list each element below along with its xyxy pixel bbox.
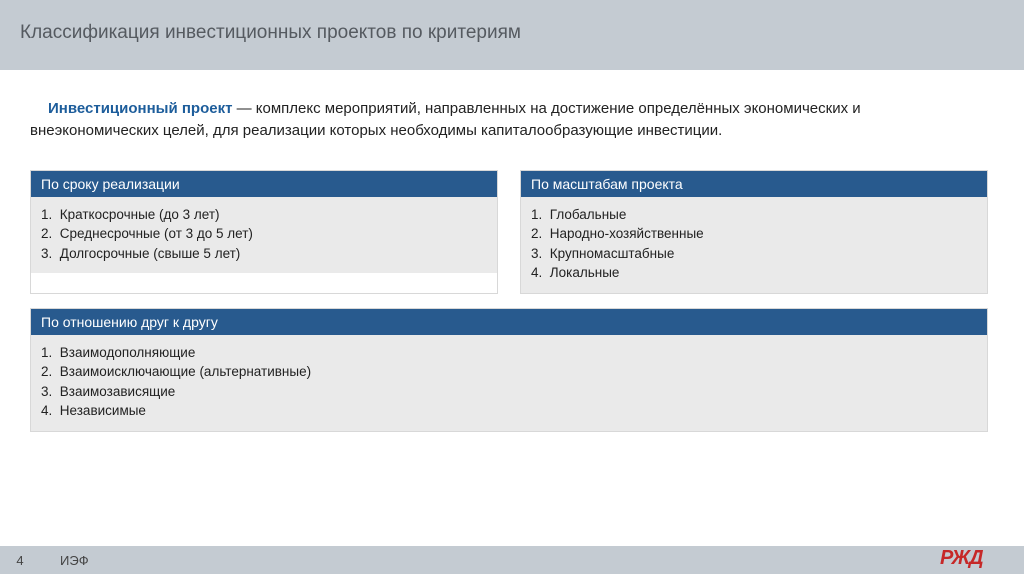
box-duration: По сроку реализации Краткосрочные (до 3 … <box>30 170 498 294</box>
box-relation: По отношению друг к другу Взаимодополняю… <box>30 308 988 432</box>
list-item: Взаимодополняющие <box>41 343 977 363</box>
rzd-logo: РЖД <box>940 546 1010 570</box>
page-number: 4 <box>0 553 40 568</box>
slide-footer: 4 ИЭФ <box>0 546 1024 574</box>
list-item: Народно-хозяйственные <box>531 224 977 244</box>
list-item: Взаимоисключающие (альтернативные) <box>41 362 977 382</box>
list-item: Среднесрочные (от 3 до 5 лет) <box>41 224 487 244</box>
list-item: Крупномасштабные <box>531 244 977 264</box>
definition-paragraph: Инвестиционный проект — комплекс меропри… <box>30 98 988 142</box>
list-item: Долгосрочные (свыше 5 лет) <box>41 244 487 264</box>
list-item: Локальные <box>531 263 977 283</box>
box-scale: По масштабам проекта Глобальные Народно-… <box>520 170 988 294</box>
list-item: Взаимозависящие <box>41 382 977 402</box>
box-scale-header: По масштабам проекта <box>521 171 987 197</box>
box-duration-body: Краткосрочные (до 3 лет) Среднесрочные (… <box>31 197 497 274</box>
boxes-row-1: По сроку реализации Краткосрочные (до 3 … <box>30 170 988 294</box>
definition-term: Инвестиционный проект <box>30 100 232 117</box>
list-item: Краткосрочные (до 3 лет) <box>41 205 487 225</box>
list-item: Независимые <box>41 401 977 421</box>
slide-content: Инвестиционный проект — комплекс меропри… <box>0 70 1024 442</box>
box-relation-header: По отношению друг к другу <box>31 309 987 335</box>
box-relation-body: Взаимодополняющие Взаимоисключающие (аль… <box>31 335 987 431</box>
list-item: Глобальные <box>531 205 977 225</box>
box-duration-header: По сроку реализации <box>31 171 497 197</box>
footer-label: ИЭФ <box>60 553 89 568</box>
slide-title: Классификация инвестиционных проектов по… <box>20 22 521 43</box>
box-scale-body: Глобальные Народно-хозяйственные Крупном… <box>521 197 987 293</box>
logo-text-svg: РЖД <box>940 547 983 569</box>
slide-title-bar: Классификация инвестиционных проектов по… <box>0 0 1024 70</box>
